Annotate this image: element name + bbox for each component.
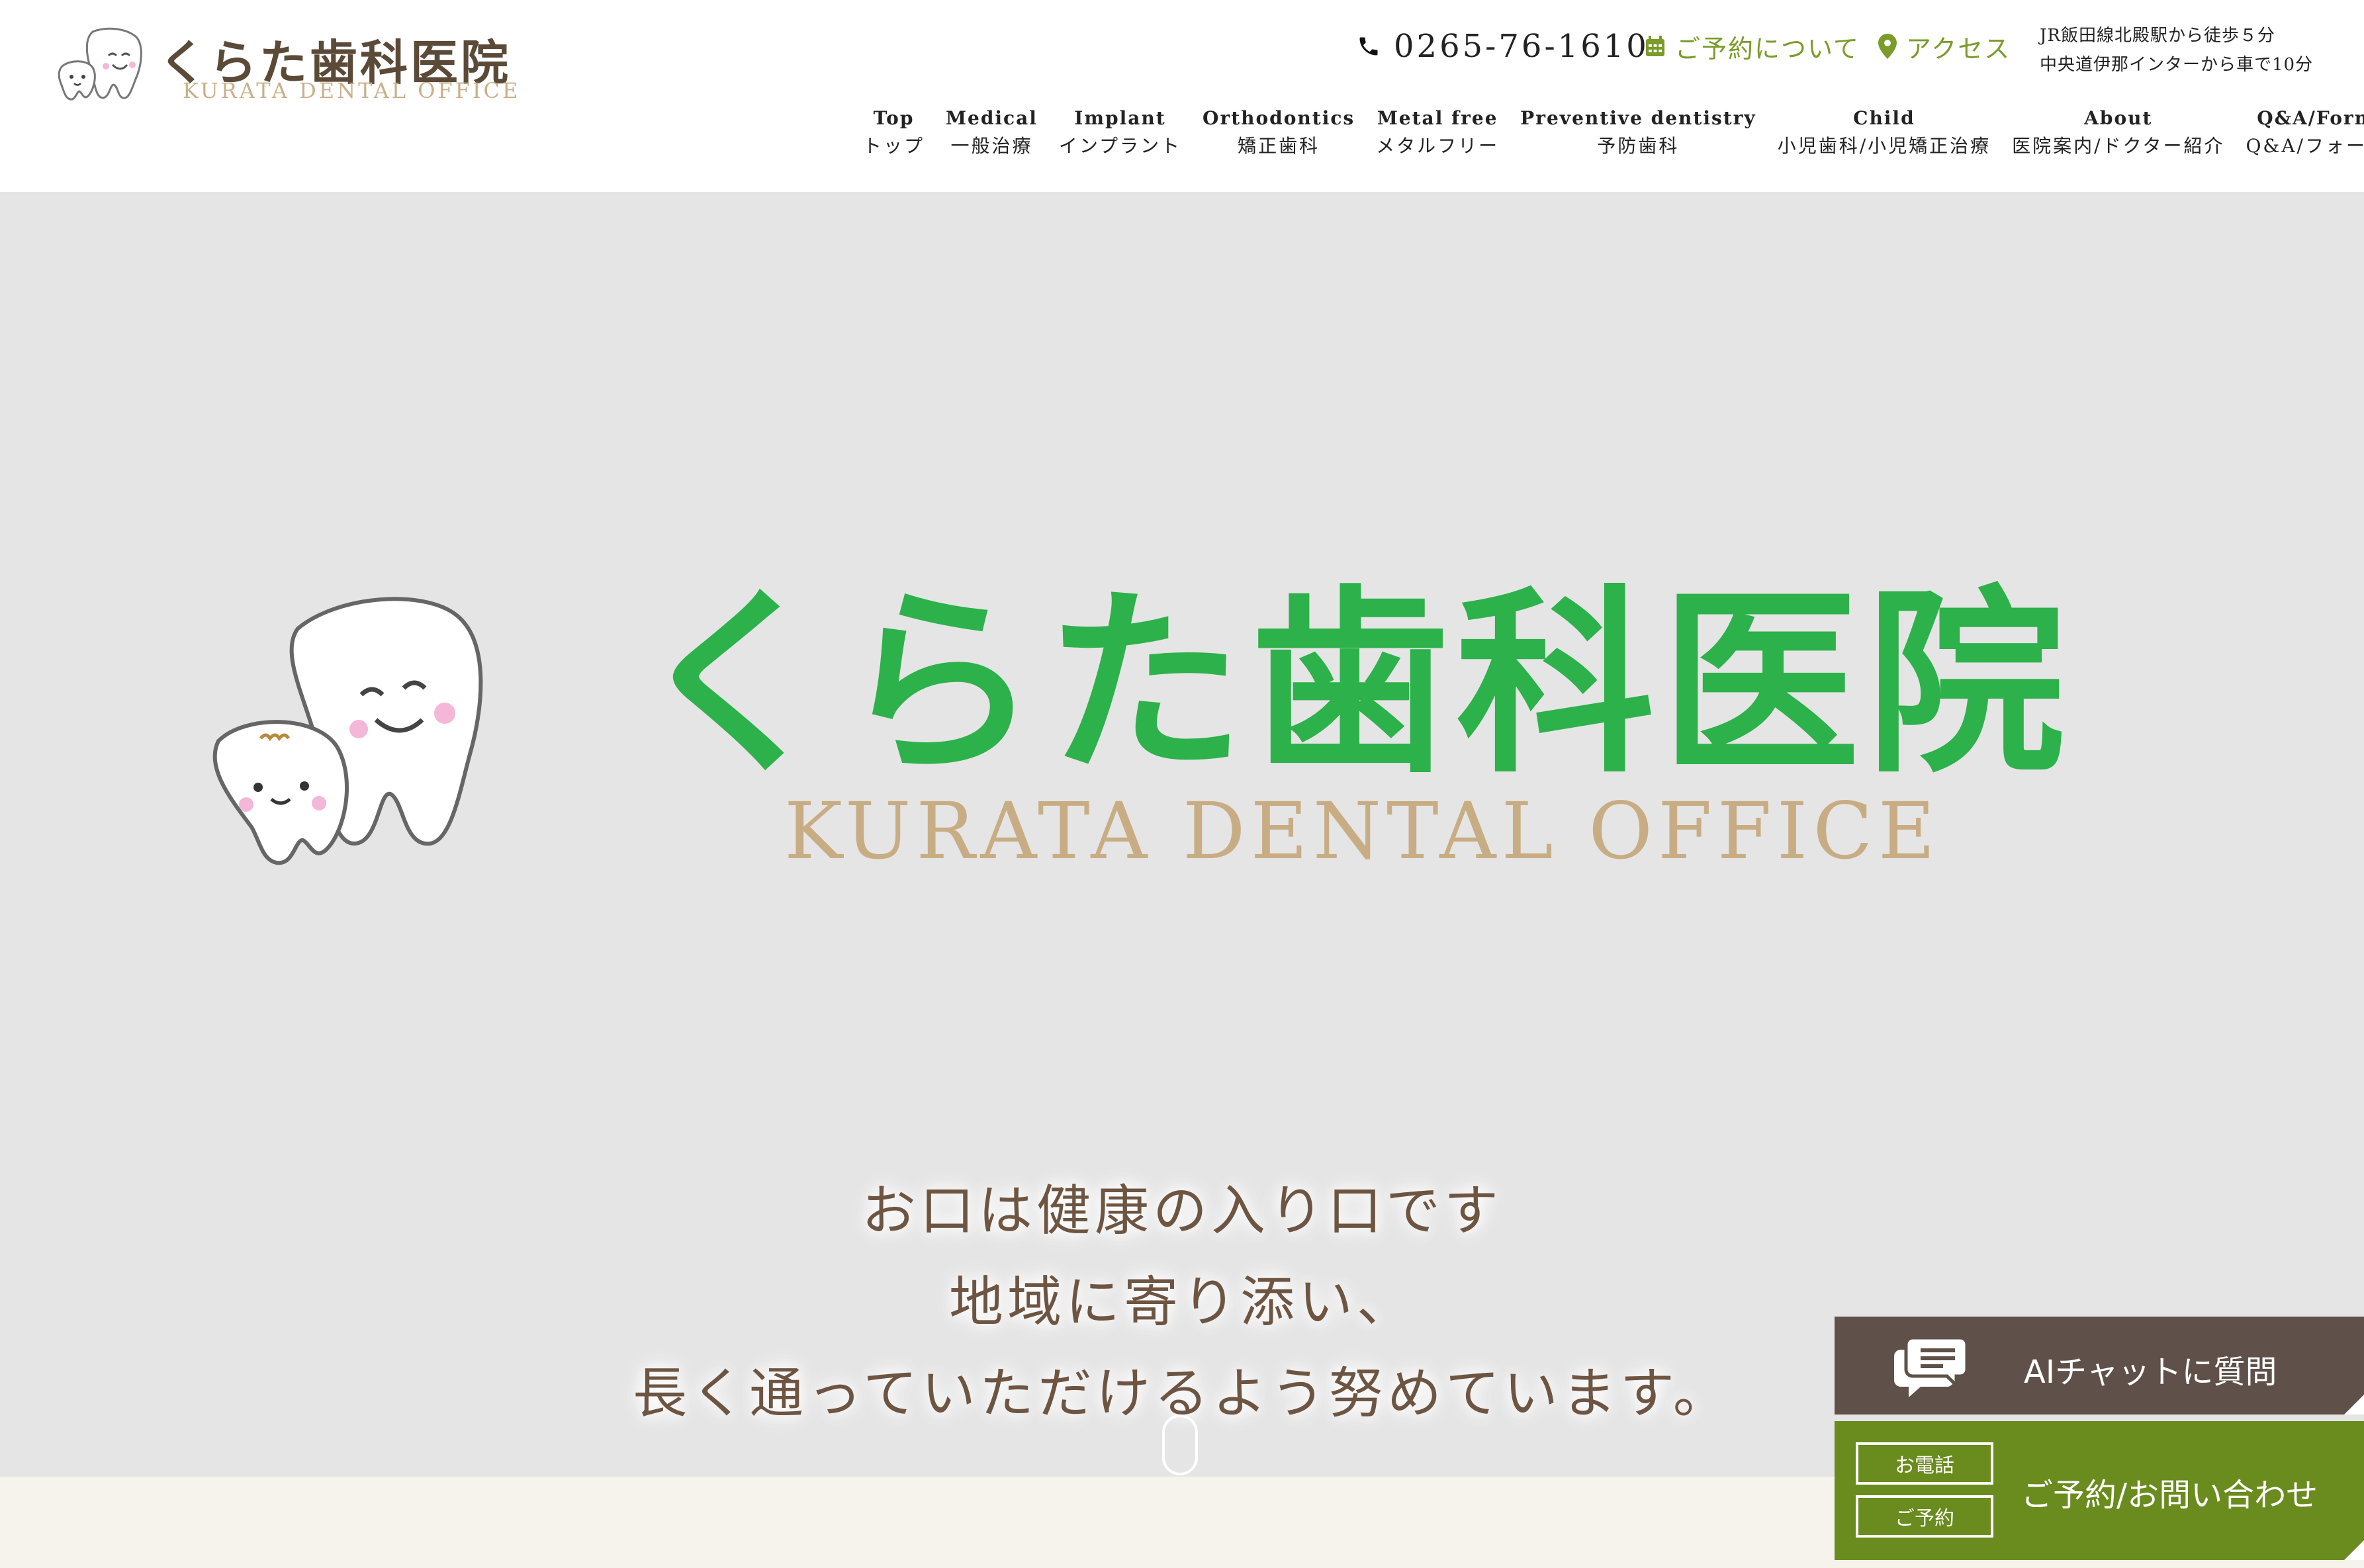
nav-en-label: Implant	[1074, 107, 1166, 129]
nav-item-child[interactable]: Child 小児歯科/小児矯正治療	[1767, 105, 2001, 160]
chat-icon	[1894, 1336, 1969, 1397]
nav-ja-label: 矯正歯科	[1238, 135, 1320, 157]
reservation-label: ご予約について	[1675, 34, 1860, 64]
main-nav: Top トップ Medical 一般治療 Implant インプラント Orthodo…	[852, 105, 2364, 160]
hero-title: くらた歯科医院	[635, 569, 2071, 800]
corner-marker	[2344, 1395, 2364, 1415]
nav-ja-label: Q&A/フォーム	[2246, 135, 2364, 157]
map-pin-icon	[1878, 34, 1897, 59]
tooth-mascot-icon	[58, 27, 142, 101]
nav-en-label: Preventive dentistry	[1520, 107, 1756, 129]
nav-item-implant[interactable]: Implant インプラント	[1048, 105, 1192, 160]
nav-item-medical[interactable]: Medical 一般治療	[935, 105, 1048, 160]
reservation-link[interactable]: ご予約について	[1645, 26, 1860, 66]
site-logo[interactable]: くらた歯科医院 KURATA DENTAL OFFICE	[53, 24, 518, 103]
nav-item-about[interactable]: About 医院案内/ドクター紹介	[2001, 105, 2235, 160]
nav-en-label: Medical	[946, 107, 1038, 129]
nav-ja-label: 医院案内/ドクター紹介	[2012, 135, 2225, 157]
access-label: アクセス	[1906, 34, 2011, 64]
nav-en-label: Top	[873, 107, 915, 129]
nav-en-label: About	[2084, 107, 2153, 129]
nav-ja-label: トップ	[863, 135, 925, 157]
phone-number: 0265-76-1610	[1394, 28, 1649, 65]
site-header: くらた歯科医院 KURATA DENTAL OFFICE 0265-76-161…	[0, 0, 2364, 192]
contact-label[interactable]: ご予約/お問い合わせ	[2021, 1469, 2318, 1515]
calendar-icon	[1646, 36, 1664, 56]
nav-en-label: Orthodontics	[1203, 107, 1355, 129]
nav-item-preventive[interactable]: Preventive dentistry 予防歯科	[1510, 105, 1767, 160]
route-train: JR飯田線北殿駅から徒歩５分	[2040, 26, 2275, 46]
contact-widget: お電話 ご予約 ご予約/お問い合わせ	[1835, 1421, 2364, 1560]
nav-ja-label: 一般治療	[950, 135, 1033, 157]
hero-subtitle: KURATA DENTAL OFFICE	[784, 785, 1940, 877]
nav-ja-label: インプラント	[1058, 135, 1182, 157]
nav-item-metal-free[interactable]: Metal free メタルフリー	[1365, 105, 1510, 160]
ai-chat-label: AIチャットに質問	[2024, 1354, 2277, 1391]
nav-ja-label: メタルフリー	[1376, 135, 1500, 157]
route-info: JR飯田線北殿駅から徒歩５分 中央道伊那インターから車で10分	[2040, 21, 2313, 79]
hero-section: くらた歯科医院 KURATA DENTAL OFFICE お口は健康の入り口です…	[0, 192, 2364, 1477]
reserve-button[interactable]: ご予約	[1856, 1495, 1993, 1538]
nav-en-label: Child	[1853, 107, 1915, 129]
hero-logo: くらた歯科医院 KURATA DENTAL OFFICE	[205, 586, 2065, 1088]
nav-item-top[interactable]: Top トップ	[852, 105, 935, 160]
nav-item-orthodontics[interactable]: Orthodontics 矯正歯科	[1192, 105, 1365, 160]
nav-en-label: Q&A/Form	[2257, 107, 2364, 129]
logo-subtitle: KURATA DENTAL OFFICE	[183, 78, 521, 103]
nav-ja-label: 小児歯科/小児矯正治療	[1777, 135, 1991, 157]
ai-chat-button[interactable]: AIチャットに質問	[1835, 1317, 2364, 1415]
nav-ja-label: 予防歯科	[1597, 135, 1680, 157]
scroll-indicator[interactable]	[1162, 1415, 1198, 1475]
tel-button[interactable]: お電話	[1856, 1442, 1993, 1485]
nav-item-qa-form[interactable]: Q&A/Form Q&A/フォーム	[2235, 105, 2364, 160]
corner-marker	[2344, 1540, 2364, 1560]
phone-icon	[1359, 37, 1378, 56]
route-car: 中央道伊那インターから車で10分	[2040, 55, 2314, 75]
tagline-line-1: お口は健康の入り口です	[861, 1180, 1502, 1242]
nav-en-label: Metal free	[1377, 107, 1498, 129]
phone-link[interactable]: 0265-76-1610	[1357, 26, 1649, 66]
access-link[interactable]: アクセス	[1878, 26, 2011, 66]
